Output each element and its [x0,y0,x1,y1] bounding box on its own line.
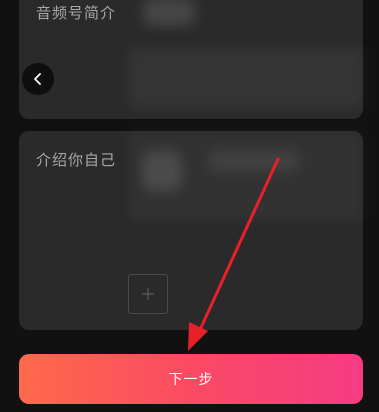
back-button[interactable] [22,63,54,95]
intro-card[interactable]: 音频号简介 [19,0,364,119]
next-button[interactable]: 下一步 [19,354,363,404]
blurred-content [209,151,299,171]
blurred-content [142,151,182,191]
intro-label: 音频号简介 [36,4,117,22]
plus-icon [142,288,154,300]
chevron-left-icon [34,73,41,85]
about-label: 介绍你自己 [36,151,117,169]
add-button[interactable] [128,274,168,314]
about-card[interactable]: 介绍你自己 [19,131,364,330]
blurred-content [129,48,364,108]
blurred-content [143,0,195,26]
